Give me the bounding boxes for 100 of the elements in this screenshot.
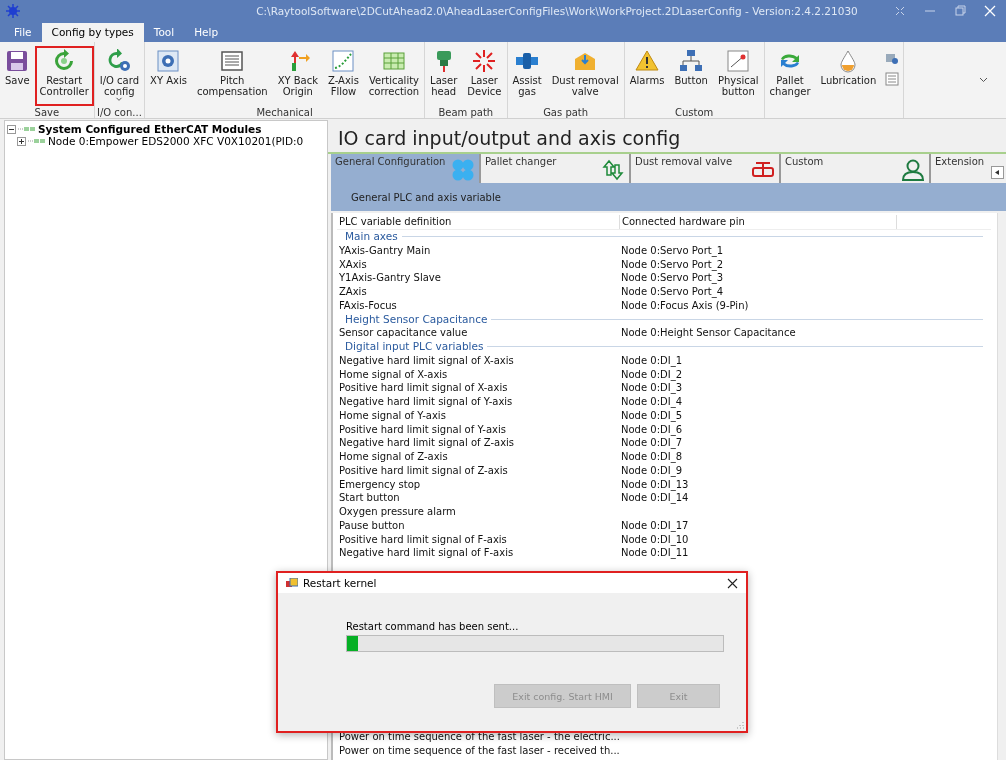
menu-tab[interactable]: File	[4, 23, 42, 42]
table-cell-text: Node 0:Servo Port_2	[620, 257, 725, 272]
ribbon-button[interactable]: Pallet changer	[764, 46, 816, 106]
table-cell-text: Node 0:Height Sensor Capacitance	[620, 326, 797, 340]
column-header: Connected hardware pin	[620, 215, 897, 229]
ribbon-button[interactable]: Z-Axis Fllow	[323, 46, 364, 106]
table-cell-text: Node 0:DI_13	[620, 477, 690, 492]
table-cell-text: Start button	[338, 491, 401, 505]
table-cell-text: Node 0:DI_11	[620, 546, 690, 560]
table-cell-text: Oxygen pressure alarm	[338, 505, 457, 519]
warning-icon	[635, 49, 660, 73]
table-cell-text: Power on time sequence of the fast laser - received th...	[338, 743, 619, 758]
table-cell-text: Home signal of Y-axis	[338, 408, 447, 423]
scrollbar[interactable]	[997, 213, 1006, 760]
ribbon-button[interactable]: I/O card config	[94, 46, 145, 106]
group-label: Gas path	[542, 106, 590, 120]
app-icon	[6, 4, 20, 18]
window-title: C:\RaytoolSoftware\2DCutAhead2.0\AheadLaserConfigFiles\Work\WorkProject.2DLaserConfig - Version:2.4.2.21030	[255, 5, 859, 17]
table-cell-text: Negative hard limit signal of Y-axis	[338, 395, 514, 409]
column-header: PLC variable definition	[337, 215, 620, 229]
collapse-icon[interactable]	[7, 124, 16, 134]
status-message: Restart command has been sent...	[346, 621, 520, 632]
expand-icon[interactable]	[17, 136, 26, 146]
config-tab[interactable]: General Configuration	[331, 154, 481, 183]
hierarchy-icon	[679, 49, 704, 73]
triangle-left-icon[interactable]	[995, 170, 1000, 175]
table-cell-text: Y1Axis-Gantry Slave	[338, 271, 442, 285]
table-cell-text: Node 0:DI_10	[620, 532, 690, 547]
menu-tab[interactable]: Config by types	[41, 23, 144, 42]
ribbon-button[interactable]: Button	[669, 46, 713, 106]
dialog-title: Restart kernel	[303, 577, 378, 589]
table-cell-text: Positive hard limit signal of X-axis	[338, 381, 509, 395]
group-label: I/O con...	[95, 106, 143, 120]
ribbon-button[interactable]: Lubrication	[815, 46, 882, 106]
table-cell-text: FAxis-Focus	[338, 298, 398, 313]
table-cell-text: Positive hard limit signal of F-axis	[338, 532, 508, 547]
ribbon-button[interactable]: XY Back Origin	[272, 46, 324, 106]
table-cell-text: Node 0:DI_2	[620, 367, 684, 382]
section-heading: Height Sensor Capacitance	[345, 312, 488, 327]
laser-burst-icon	[472, 49, 497, 73]
table-cell-text: Node 0:DI_9	[620, 463, 684, 478]
ribbon-button[interactable]: Dust removal valve	[546, 46, 624, 106]
group-label: Mechanical	[255, 106, 314, 120]
menu-tab[interactable]: Tool	[143, 23, 185, 42]
section-heading: Main axes	[345, 230, 398, 244]
four-petal-icon	[451, 159, 475, 181]
table-cell-text: Node 0:DI_1	[620, 353, 684, 368]
ribbon-button[interactable]: Alarms	[624, 46, 670, 106]
ribbon-button[interactable]: Save	[0, 46, 35, 106]
table-cell-text: Node 0:DI_6	[620, 422, 684, 437]
module-icon	[28, 138, 46, 144]
module-icon	[18, 126, 36, 132]
tree-item[interactable]: System Configured EtherCAT Modules	[38, 123, 262, 135]
group-label: Save	[33, 106, 61, 120]
tree-item[interactable]: Node 0:Empower EDS2000 XFC V0X10201(PID:0	[48, 135, 304, 147]
table-cell-text: Node 0:Servo Port_3	[620, 271, 725, 285]
table-cell-text: Node 0:DI_17	[620, 518, 690, 533]
table-cell-text: Emergency stop	[338, 477, 422, 492]
table-cell-text: Node 0:DI_7	[620, 436, 684, 450]
table-cell-text: Node 0:DI_5	[620, 408, 684, 423]
table-cell-text: Negative hard limit signal of F-axis	[338, 546, 515, 560]
table-cell-text: ZAxis	[338, 285, 368, 299]
table-cell-text: Negative hard limit signal of X-axis	[338, 353, 515, 368]
ribbon-button[interactable]: Laser Device	[462, 46, 507, 106]
table-cell-text: Positive hard limit signal of Z-axis	[338, 463, 509, 478]
close-icon[interactable]	[727, 577, 738, 589]
ribbon-button[interactable]: XY Axis	[145, 46, 192, 106]
ribbon-button[interactable]: Pitch compensation	[191, 46, 273, 106]
ribbon-button[interactable]: Laser head	[425, 46, 463, 106]
refresh-gear-icon	[107, 49, 132, 73]
ribbon-button[interactable]: Assist gas	[507, 46, 547, 106]
table-cell-text: Home signal of Z-axis	[338, 450, 449, 464]
table-icon	[382, 49, 406, 73]
table-cell-text: Node 0:DI_3	[620, 381, 684, 395]
section-heading: Digital input PLC variables	[345, 340, 484, 354]
table-cell-text: Node 0:DI_4	[620, 395, 684, 409]
collapse-ribbon-icon[interactable]	[979, 77, 988, 83]
scroll-left-button[interactable]	[991, 166, 1004, 179]
table-cell-text: Node 0:DI_8	[620, 450, 684, 464]
up-down-arrows-icon	[601, 159, 625, 181]
table-cell-text: Pause button	[338, 518, 406, 533]
table-cell-text: Node 0:DI_14	[620, 491, 690, 505]
table-cell-text: YAxis-Gantry Main	[338, 243, 432, 258]
ribbon-button[interactable]: Verticality correction	[363, 46, 425, 106]
slider-icon	[726, 49, 751, 73]
table-cell-text: Node 0:Servo Port_1	[620, 243, 725, 258]
group-label: Custom	[674, 106, 715, 120]
group-label: Beam path	[437, 106, 495, 120]
ribbon-button[interactable]: Physical button	[712, 46, 764, 106]
table-cell-text: XAxis	[338, 257, 368, 272]
window-icon	[286, 577, 298, 589]
ribbon-button[interactable]: Restart Controller	[34, 46, 94, 106]
menu-tab[interactable]: Help	[184, 23, 229, 42]
table-cell-text: Home signal of X-axis	[338, 367, 449, 382]
resize-grip-icon	[736, 721, 744, 729]
table-cell-text: Sensor capacitance value	[338, 326, 469, 340]
table-cell-text: Node 0:Focus Axis (9-Pin)	[620, 298, 750, 313]
table-cell-text: Negative hard limit signal of Z-axis	[338, 436, 516, 450]
document-icon	[220, 49, 245, 73]
table-cell-text: Node 0:Servo Port_4	[620, 285, 725, 299]
